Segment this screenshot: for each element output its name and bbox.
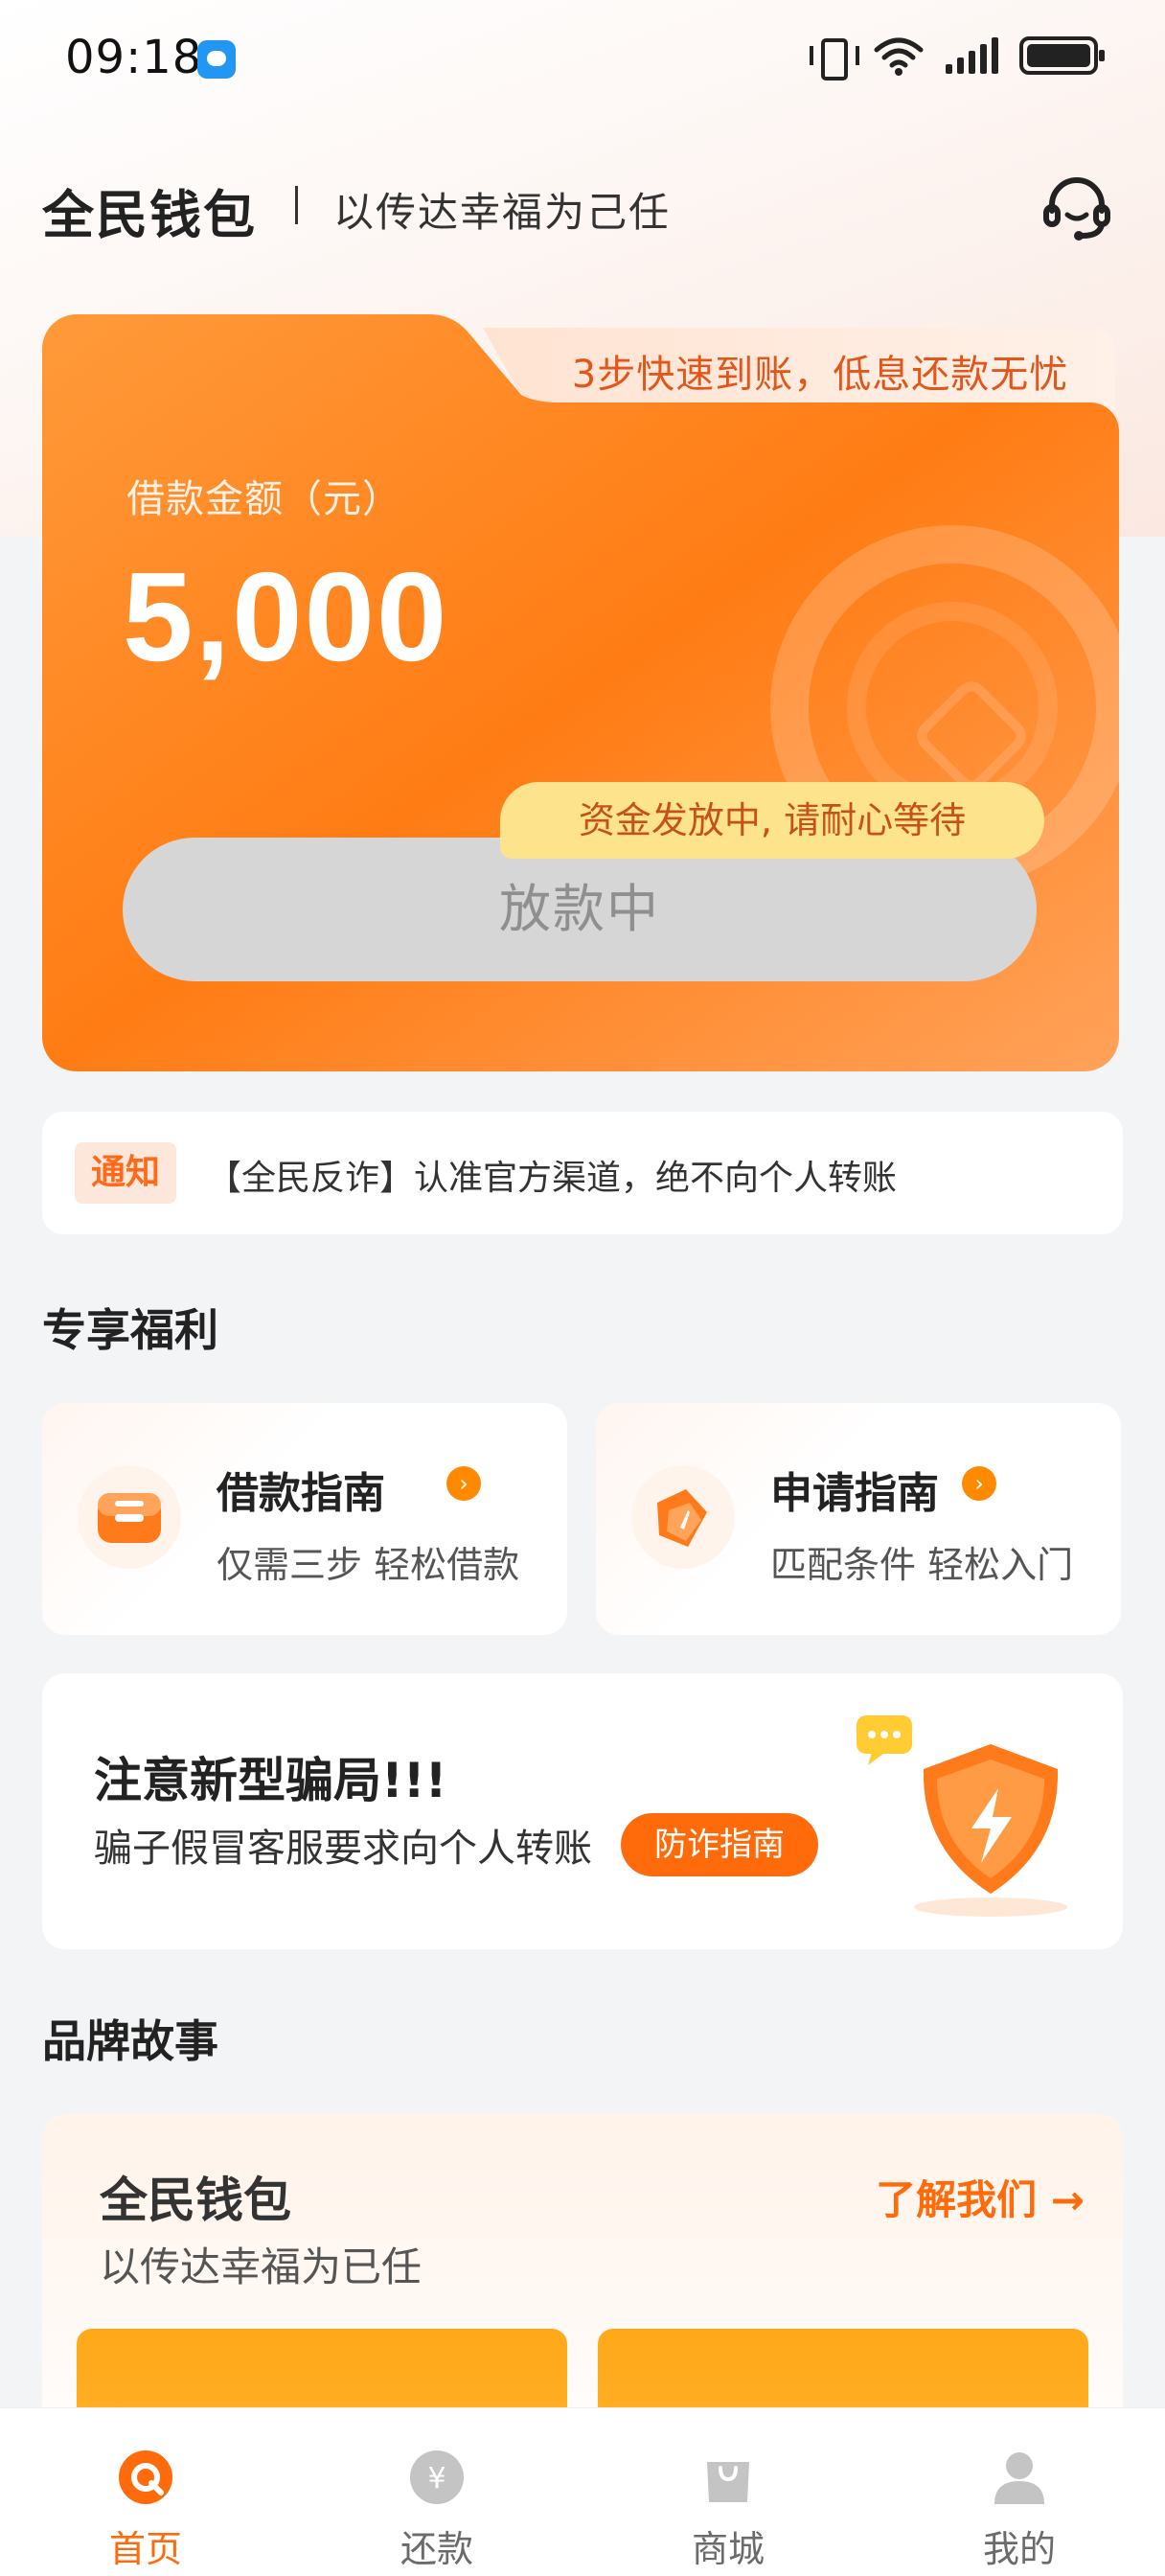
story-subtitle: 以传达幸福为已任 bbox=[100, 2243, 423, 2290]
loan-amount-value: 5,000 bbox=[123, 546, 449, 687]
anti-fraud-guide-button[interactable]: 防诈指南 bbox=[621, 1813, 818, 1876]
benefit-subtitle: 仅需三步 轻松借款 bbox=[217, 1544, 520, 1586]
loan-card: 3步快速到账，低息还款无忧 借款金额（元） 5,000 放款中 资金发放中, 请… bbox=[42, 314, 1119, 1071]
loan-promo-tab: 3步快速到账，低息还款无忧 bbox=[571, 353, 1069, 397]
benefit-subtitle: 匹配条件 轻松入门 bbox=[770, 1544, 1074, 1586]
nav-item-shop[interactable]: 商城 bbox=[632, 2408, 824, 2576]
brand-story-section-title: 品牌故事 bbox=[42, 2015, 218, 2067]
notice-text: 【全民反诈】认准官方渠道，绝不向个人转账 bbox=[207, 1159, 898, 1198]
svg-text:¥: ¥ bbox=[427, 2462, 445, 2496]
disbursing-button[interactable]: 放款中 bbox=[123, 838, 1037, 981]
nav-label: 商城 bbox=[691, 2528, 765, 2570]
scam-alert-title: 注意新型骗局!!! bbox=[94, 1753, 447, 1808]
vibrate-icon bbox=[810, 34, 859, 80]
scam-alert-subtitle: 骗子假冒客服要求向个人转账 bbox=[94, 1827, 592, 1871]
nav-item-profile[interactable]: 我的 bbox=[924, 2408, 1115, 2576]
signal-icon bbox=[946, 37, 998, 74]
wallet-icon bbox=[77, 1464, 182, 1570]
home-icon bbox=[117, 2449, 174, 2506]
status-bar: 09:18 bbox=[0, 0, 1165, 115]
loan-amount-label: 借款金额（元） bbox=[126, 477, 401, 521]
scam-alert-card[interactable]: 注意新型骗局!!! 骗子假冒客服要求向个人转账 防诈指南 bbox=[42, 1673, 1123, 1949]
benefits-section-title: 专享福利 bbox=[42, 1304, 218, 1356]
chevron-right-icon: › bbox=[962, 1466, 996, 1501]
story-title: 全民钱包 bbox=[100, 2173, 291, 2228]
nav-label: 还款 bbox=[400, 2528, 473, 2570]
repay-icon: ¥ bbox=[408, 2449, 466, 2506]
shield-lightning-icon bbox=[837, 1706, 1086, 1926]
header-divider bbox=[295, 186, 298, 224]
disbursing-tooltip: 资金发放中, 请耐心等待 bbox=[500, 782, 1044, 859]
benefit-card-apply-guide[interactable]: 申请指南 › 匹配条件 轻松入门 bbox=[596, 1403, 1121, 1635]
about-us-link[interactable]: 了解我们 → bbox=[876, 2168, 1085, 2226]
app-title: 全民钱包 bbox=[42, 185, 257, 245]
chevron-right-icon: › bbox=[446, 1466, 481, 1501]
status-icons bbox=[810, 34, 1105, 80]
benefit-title: 申请指南 bbox=[770, 1469, 939, 1518]
notice-bar[interactable]: 通知 【全民反诈】认准官方渠道，绝不向个人转账 bbox=[42, 1112, 1123, 1234]
app-slogan: 以传达幸福为己任 bbox=[333, 189, 672, 236]
nav-label: 首页 bbox=[108, 2528, 182, 2570]
nav-label: 我的 bbox=[982, 2528, 1056, 2570]
nav-item-home[interactable]: 首页 bbox=[50, 2408, 241, 2576]
nav-item-repay[interactable]: ¥ 还款 bbox=[341, 2408, 533, 2576]
message-icon bbox=[197, 40, 236, 79]
battery-icon bbox=[1019, 36, 1105, 75]
notice-tag: 通知 bbox=[75, 1142, 176, 1204]
status-time: 09:18 bbox=[65, 31, 203, 84]
profile-icon bbox=[991, 2449, 1048, 2506]
wifi-icon bbox=[873, 34, 925, 77]
benefit-title: 借款指南 bbox=[217, 1469, 385, 1518]
bottom-nav: 首页 ¥ 还款 商城 我的 bbox=[0, 2407, 1165, 2576]
app-header: 全民钱包 以传达幸福为己任 bbox=[0, 153, 1165, 249]
compass-icon bbox=[630, 1464, 736, 1570]
headset-icon[interactable] bbox=[1040, 172, 1113, 245]
shop-icon bbox=[699, 2449, 757, 2506]
benefit-card-loan-guide[interactable]: 借款指南 › 仅需三步 轻松借款 bbox=[42, 1403, 567, 1635]
